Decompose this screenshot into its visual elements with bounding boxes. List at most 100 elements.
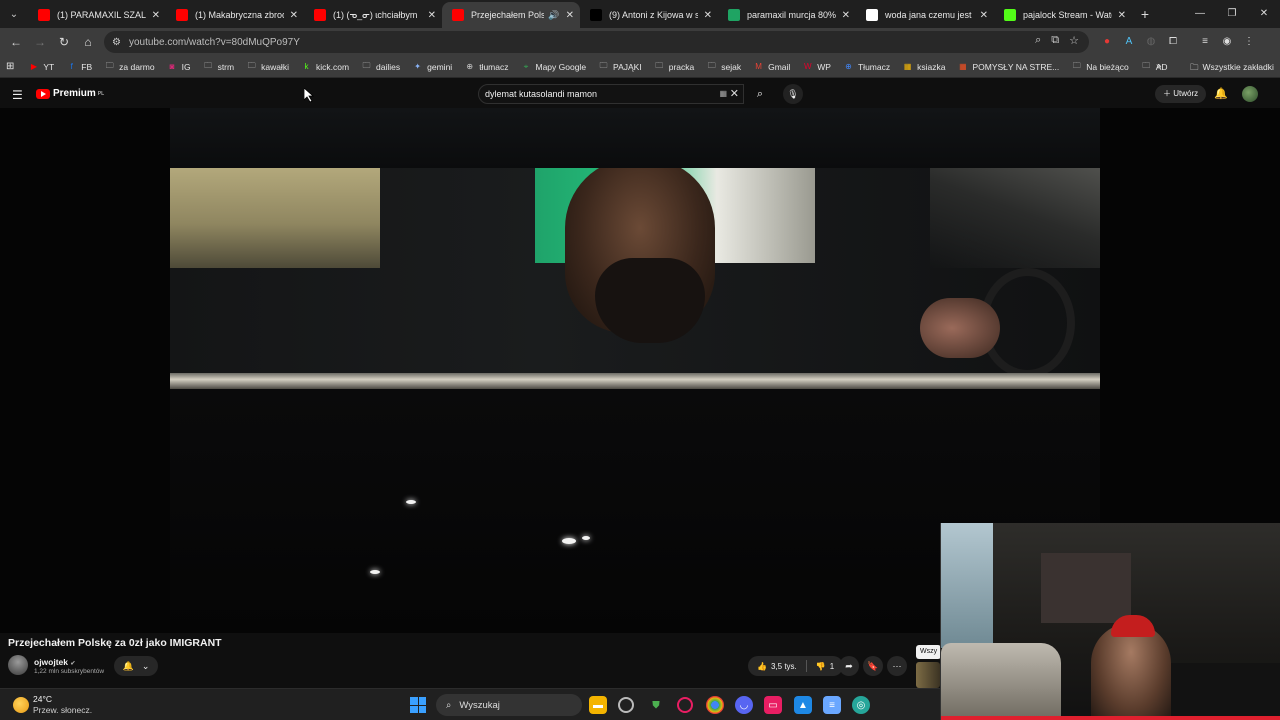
forward-icon[interactable]: → xyxy=(28,35,52,49)
extensions-puzzle-icon[interactable]: ⧠ xyxy=(1166,34,1180,48)
opera-gx-icon[interactable] xyxy=(677,697,693,713)
bookmark-item[interactable]: 🗀 PAJĄKI xyxy=(598,61,642,72)
browser-tab[interactable]: paramaxil murcja 80%.mp ✕ xyxy=(718,2,856,28)
filter-chip-all[interactable]: Wszy xyxy=(916,645,942,659)
youtube-premium-logo[interactable]: Premium PL xyxy=(36,88,104,99)
voice-search-button[interactable]: 🎙 xyxy=(783,84,803,104)
channel-name[interactable]: ojwojtek ✔ xyxy=(34,657,75,667)
restore-button[interactable]: ❐ xyxy=(1216,0,1248,28)
file-explorer-icon[interactable]: ▬ xyxy=(589,696,607,714)
weather-description[interactable]: Przew. słonecz. xyxy=(33,705,92,715)
close-tab-icon[interactable]: ✕ xyxy=(842,10,850,21)
weather-temperature[interactable]: 24°C xyxy=(33,694,52,704)
menu-hamburger-icon[interactable]: ☰ xyxy=(12,88,23,102)
site-info-icon[interactable]: ⚙ xyxy=(112,37,121,48)
search-input[interactable]: dylemat kutasolandi mamon ▦ ✕ xyxy=(478,84,744,104)
translate-extension-icon[interactable]: A xyxy=(1122,34,1136,48)
bookmark-item[interactable]: M Gmail xyxy=(753,61,790,72)
browser-tab[interactable]: (1) (ᓀ_ᓂ) ɩchciałbym ✕ xyxy=(304,2,442,28)
close-tab-icon[interactable]: ✕ xyxy=(290,10,298,21)
extension-circle-icon[interactable]: ◍ xyxy=(1144,34,1158,48)
create-button[interactable]: ＋ Utwórz xyxy=(1155,85,1207,103)
weather-sun-icon[interactable] xyxy=(13,697,29,713)
close-window-button[interactable]: ✕ xyxy=(1248,0,1280,28)
like-button[interactable]: 👍 3,5 tys. xyxy=(748,662,806,671)
close-tab-icon[interactable]: ✕ xyxy=(428,10,436,21)
notifications-bell-icon[interactable]: 🔔 xyxy=(1214,87,1228,100)
media-control-icon[interactable]: ≡ xyxy=(1198,34,1212,48)
browser-tab[interactable]: (9) Antoni z Kijowa w serw ✕ xyxy=(580,2,718,28)
bookmark-item[interactable]: ▦ POMYSŁY NA STRE... xyxy=(957,61,1059,72)
discord-icon[interactable]: ◡ xyxy=(735,696,753,714)
windows-start-icon[interactable] xyxy=(410,697,426,713)
account-avatar[interactable] xyxy=(1242,86,1258,102)
browser-tab[interactable]: woda jana czemu jest tak ✕ xyxy=(856,2,994,28)
bookmark-item[interactable]: 🗀 dailies xyxy=(361,61,401,72)
recommended-thumbnail[interactable] xyxy=(916,662,940,688)
back-icon[interactable]: ← xyxy=(4,35,28,49)
close-tab-icon[interactable]: ✕ xyxy=(566,10,574,21)
record-icon[interactable]: ● xyxy=(1100,34,1114,48)
close-tab-icon[interactable]: ✕ xyxy=(980,10,988,21)
share-button[interactable]: ➦ xyxy=(839,656,859,676)
save-button[interactable]: 🔖 xyxy=(863,656,883,676)
subscribed-bell-button[interactable]: 🔔 ⌄ xyxy=(114,656,158,676)
chrome-icon[interactable] xyxy=(706,696,724,714)
obs-icon[interactable] xyxy=(618,697,634,713)
keyboard-icon[interactable]: ▦ xyxy=(719,89,727,98)
dislike-button[interactable]: 👎 1 xyxy=(807,662,843,671)
taskbar-search-input[interactable]: ⌕ Wyszukaj xyxy=(436,694,582,716)
youtube-icon xyxy=(452,9,464,21)
bookmark-item[interactable]: ◙ IG xyxy=(167,61,191,72)
bookmark-item[interactable]: ▦ ksiazka xyxy=(902,61,946,72)
cast-icon[interactable]: ⧉ xyxy=(1051,34,1059,47)
bookmark-item[interactable]: 🗀 pracka xyxy=(654,61,694,72)
bookmark-star-icon[interactable]: ☆ xyxy=(1069,34,1079,47)
tab-search-chevron-icon[interactable]: ⌄ xyxy=(0,0,28,28)
app-icon[interactable]: ▭ xyxy=(764,696,782,714)
home-icon[interactable]: ⌂ xyxy=(76,35,100,49)
bookmark-item[interactable]: 🗀 sejak xyxy=(706,61,741,72)
close-tab-icon[interactable]: ✕ xyxy=(704,10,712,21)
bookmarks-overflow-icon[interactable]: » xyxy=(1156,56,1162,78)
bookmark-item[interactable]: ⊕ Tłumacz xyxy=(843,61,890,72)
profile-icon[interactable]: ◉ xyxy=(1220,34,1234,48)
bookmark-item[interactable]: 🗀 za darmo xyxy=(104,61,155,72)
browser-tab[interactable]: (1) Makabryczna zbrodnia ✕ xyxy=(166,2,304,28)
shield-icon[interactable]: ⛊ xyxy=(647,696,665,714)
bookmark-item[interactable]: W WP xyxy=(802,61,831,72)
browser-menu-icon[interactable]: ⋮ xyxy=(1242,34,1256,48)
new-tab-button[interactable]: + xyxy=(1132,6,1158,22)
clear-search-icon[interactable]: ✕ xyxy=(730,87,739,100)
browser-tab[interactable]: Przejechałem Polskę z🔊 ✕ xyxy=(442,2,580,28)
bookmark-item[interactable]: 🗀 kawałki xyxy=(246,61,289,72)
more-actions-button[interactable]: ⋯ xyxy=(887,656,907,676)
photos-icon[interactable]: ▲ xyxy=(794,696,812,714)
zoom-icon[interactable]: ⌕ xyxy=(1035,34,1041,47)
notepad-icon[interactable]: ≡ xyxy=(823,696,841,714)
bookmark-item[interactable]: k kick.com xyxy=(301,61,349,72)
browser-tab[interactable]: (1) PARAMAXIL SZALOM | ✕ xyxy=(28,2,166,28)
bookmark-item[interactable]: ⌖ Mapy Google xyxy=(520,61,586,72)
bookmark-item[interactable]: ▶ YT xyxy=(28,61,54,72)
bookmark-item[interactable]: 🗀 Na bieżąco xyxy=(1071,61,1129,72)
browser-tab[interactable]: pajalock Stream - Watch ✕ xyxy=(994,2,1132,28)
tab-title: (9) Antoni z Kijowa w serw xyxy=(609,10,698,20)
bookmark-item[interactable]: 🗀 AD xyxy=(1141,61,1167,72)
bookmark-item[interactable]: f FB xyxy=(66,61,93,72)
search-button[interactable]: ⌕ xyxy=(746,84,774,104)
all-bookmarks[interactable]: 🗀 Wszystkie zakładki xyxy=(1190,56,1274,78)
bookmark-item[interactable]: ✦ gemini xyxy=(412,61,452,72)
channel-avatar[interactable] xyxy=(8,655,28,675)
close-tab-icon[interactable]: ✕ xyxy=(1118,10,1126,21)
bookmark-item[interactable]: ⊕ tłumacz xyxy=(464,61,508,72)
close-tab-icon[interactable]: ✕ xyxy=(152,10,160,21)
apps-grid-icon[interactable]: ⊞ xyxy=(6,61,14,72)
tab-audio-icon[interactable]: 🔊 xyxy=(548,10,559,21)
tab-title: paramaxil murcja 80%.mp xyxy=(747,10,836,20)
bookmark-item[interactable]: 🗀 strm xyxy=(203,61,234,72)
globe-icon[interactable]: ◎ xyxy=(852,696,870,714)
minimize-button[interactable]: — xyxy=(1184,0,1216,28)
address-bar[interactable]: ⚙ youtube.com/watch?v=80dMuQPo97Y ⌕ ⧉ ☆ xyxy=(104,31,1089,53)
reload-icon[interactable]: ↻ xyxy=(52,35,76,49)
